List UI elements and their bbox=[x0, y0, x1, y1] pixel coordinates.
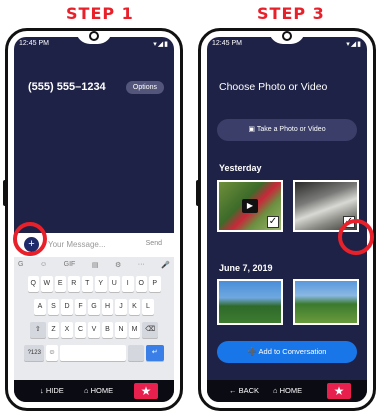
options-button[interactable]: Options bbox=[125, 81, 164, 94]
home-button[interactable]: ⌂ HOME bbox=[273, 386, 302, 395]
key-q[interactable]: Q bbox=[27, 276, 39, 292]
home-button[interactable]: ⌂ HOME bbox=[84, 386, 113, 395]
key-f[interactable]: F bbox=[74, 299, 87, 315]
backspace-key[interactable]: ⌫ bbox=[142, 322, 159, 338]
back-button[interactable]: ← BACK bbox=[229, 386, 259, 395]
photo-thumbnail-trees[interactable] bbox=[217, 279, 283, 325]
key-x[interactable]: X bbox=[61, 322, 73, 338]
microphone-icon[interactable]: 🎤 bbox=[161, 261, 170, 271]
emoji-icon[interactable]: ☺ bbox=[40, 261, 47, 271]
take-photo-label: Take a Photo or Video bbox=[256, 126, 326, 133]
hide-button[interactable]: ↓ HIDE bbox=[40, 386, 64, 395]
phone-step-1: 12:45 PM ▾◢▮ (555) 555–1234 Options + Yo… bbox=[5, 28, 183, 411]
clipboard-icon[interactable]: ▤ bbox=[92, 261, 99, 271]
key-g[interactable]: G bbox=[88, 299, 100, 315]
status-time: 12:45 PM bbox=[212, 40, 242, 47]
period-key[interactable] bbox=[127, 345, 144, 361]
more-icon[interactable]: ··· bbox=[138, 261, 145, 271]
google-icon[interactable]: G bbox=[18, 261, 23, 271]
star-logo-button[interactable]: ★ bbox=[134, 383, 158, 399]
keyboard-row-2: A S D F G H J K L bbox=[14, 299, 174, 315]
step-1-heading: STEP 1 bbox=[66, 4, 134, 23]
keyboard-row-4: ?123 ☺ ↵ bbox=[14, 345, 174, 361]
screen-step-1: 12:45 PM ▾◢▮ (555) 555–1234 Options + Yo… bbox=[14, 37, 174, 402]
on-screen-keyboard: G ☺ GIF ▤ ⚙ ··· 🎤 Q W E R T Y U I O P A … bbox=[14, 257, 174, 384]
send-button[interactable]: Send bbox=[146, 240, 162, 247]
key-c[interactable]: C bbox=[74, 322, 87, 338]
key-p[interactable]: P bbox=[149, 276, 161, 292]
highlight-ring-checkbox bbox=[338, 219, 374, 255]
key-k[interactable]: K bbox=[128, 299, 141, 315]
key-h[interactable]: H bbox=[101, 299, 114, 315]
key-s[interactable]: S bbox=[47, 299, 60, 315]
key-t[interactable]: T bbox=[81, 276, 93, 292]
keyboard-row-3: ⇧ Z X C V B N M ⌫ bbox=[14, 322, 174, 338]
add-to-conversation-label: Add to Conversation bbox=[258, 347, 327, 356]
add-to-conversation-button[interactable]: ➕ Add to Conversation bbox=[217, 341, 357, 363]
key-o[interactable]: O bbox=[135, 276, 147, 292]
key-b[interactable]: B bbox=[101, 322, 114, 338]
key-r[interactable]: R bbox=[68, 276, 80, 292]
conversation-phone-number: (555) 555–1234 bbox=[28, 81, 106, 93]
key-a[interactable]: A bbox=[34, 299, 46, 315]
space-key[interactable] bbox=[59, 345, 126, 361]
checkbox-checked[interactable]: ✓ bbox=[267, 216, 279, 228]
status-time: 12:45 PM bbox=[19, 40, 49, 47]
keyboard-toolbar: G ☺ GIF ▤ ⚙ ··· 🎤 bbox=[18, 261, 170, 271]
signal-battery-icon: ▾◢▮ bbox=[346, 41, 362, 48]
symbols-key[interactable]: ?123 bbox=[24, 345, 45, 361]
camera-icon: ▣ bbox=[248, 126, 256, 133]
star-logo-button[interactable]: ★ bbox=[327, 383, 351, 399]
signal-battery-icon: ▾◢▮ bbox=[153, 41, 169, 48]
key-e[interactable]: E bbox=[54, 276, 66, 292]
key-i[interactable]: I bbox=[122, 276, 134, 292]
phone-side-button bbox=[196, 180, 200, 206]
key-v[interactable]: V bbox=[88, 322, 100, 338]
key-y[interactable]: Y bbox=[95, 276, 107, 292]
section-june-7-2019: June 7, 2019 bbox=[219, 263, 273, 273]
message-input[interactable]: Your Message... bbox=[48, 240, 106, 249]
section-yesterday: Yesterday bbox=[219, 163, 262, 173]
gif-icon[interactable]: GIF bbox=[64, 261, 76, 271]
screen-step-3: 12:45 PM ▾◢▮ Choose Photo or Video ▣ Tak… bbox=[207, 37, 367, 402]
bottom-nav-bar: ↓ HIDE ⌂ HOME ★ bbox=[14, 380, 174, 402]
key-u[interactable]: U bbox=[108, 276, 120, 292]
key-l[interactable]: L bbox=[142, 299, 154, 315]
take-photo-button[interactable]: ▣ Take a Photo or Video bbox=[217, 119, 357, 141]
photo-thumbnail-palms[interactable] bbox=[293, 279, 359, 325]
shift-key[interactable]: ⇧ bbox=[29, 322, 46, 338]
add-circle-icon: ➕ bbox=[247, 347, 257, 356]
phone-side-button bbox=[3, 180, 7, 206]
enter-key[interactable]: ↵ bbox=[145, 345, 164, 361]
play-icon: ▶ bbox=[242, 199, 258, 213]
step-3-heading: STEP 3 bbox=[257, 4, 325, 23]
key-z[interactable]: Z bbox=[47, 322, 60, 338]
keyboard-row-1: Q W E R T Y U I O P bbox=[14, 276, 174, 292]
page-title: Choose Photo or Video bbox=[219, 81, 328, 93]
key-w[interactable]: W bbox=[41, 276, 53, 292]
emoji-key[interactable]: ☺ bbox=[46, 345, 58, 361]
bottom-nav-bar: ← BACK ⌂ HOME ★ bbox=[207, 380, 367, 402]
settings-icon[interactable]: ⚙ bbox=[115, 261, 121, 271]
key-d[interactable]: D bbox=[61, 299, 73, 315]
key-j[interactable]: J bbox=[115, 299, 127, 315]
highlight-ring-add-button bbox=[13, 222, 47, 256]
video-thumbnail-flower[interactable]: ▶ ✓ bbox=[217, 180, 283, 232]
key-m[interactable]: M bbox=[128, 322, 141, 338]
key-n[interactable]: N bbox=[115, 322, 127, 338]
